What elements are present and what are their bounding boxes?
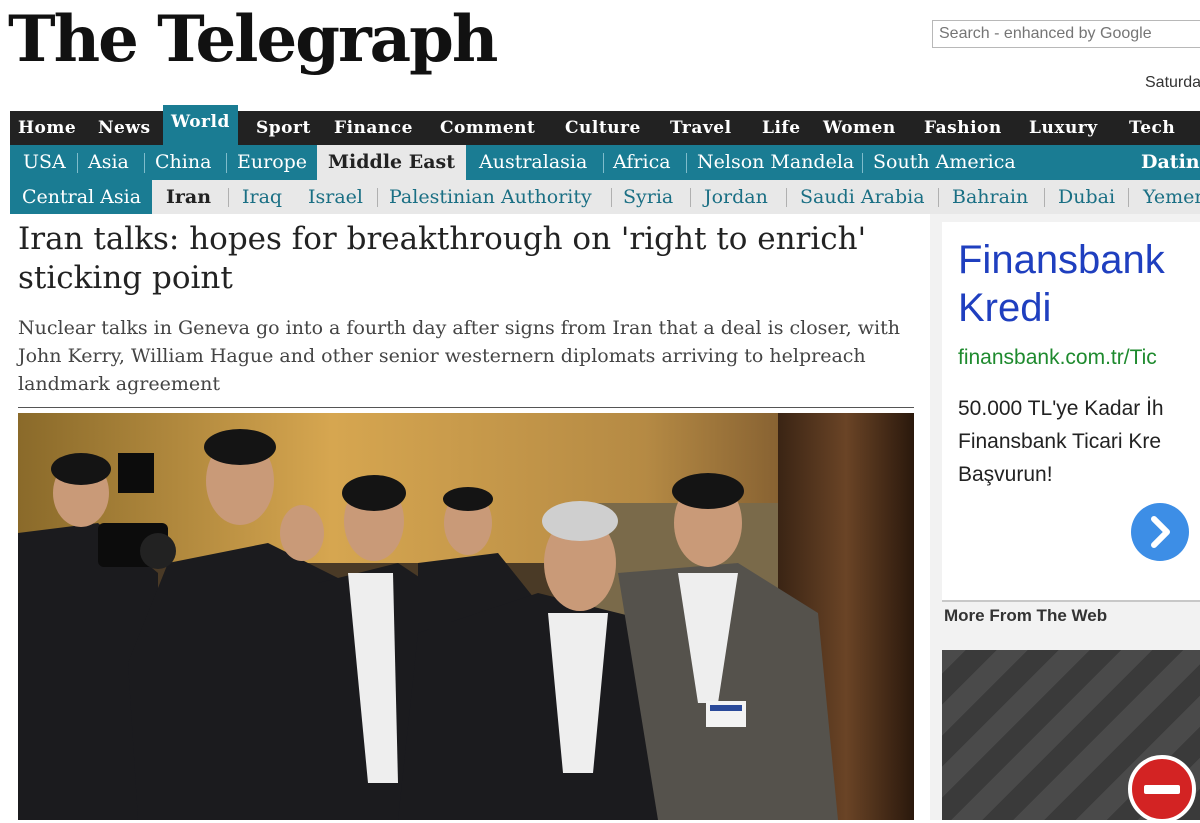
nav-separator bbox=[1044, 188, 1045, 207]
nav-south-america[interactable]: South America bbox=[873, 145, 1016, 180]
nav-home[interactable]: Home bbox=[18, 111, 76, 145]
article-standfirst: Nuclear talks in Geneva go into a fourth… bbox=[18, 317, 900, 395]
nav-world[interactable]: World bbox=[163, 105, 238, 145]
chevron-right-icon bbox=[1151, 516, 1170, 548]
ad-url[interactable]: finansbank.com.tr/Tic bbox=[958, 346, 1157, 370]
nav-separator bbox=[862, 153, 863, 173]
nav-dating[interactable]: Dating bbox=[1141, 145, 1200, 180]
nav-yemen[interactable]: Yemen bbox=[1143, 180, 1200, 214]
more-divider bbox=[942, 600, 1200, 602]
article-photo[interactable] bbox=[18, 413, 914, 820]
search-input[interactable] bbox=[932, 20, 1200, 48]
primary-nav: Home News World Sport Finance Comment Cu… bbox=[10, 105, 1200, 145]
nav-separator bbox=[144, 153, 145, 173]
nav-life[interactable]: Life bbox=[762, 111, 801, 145]
nav-separator bbox=[77, 153, 78, 173]
ad-title[interactable]: Finansbank Kredi bbox=[958, 236, 1198, 332]
nav-news[interactable]: News bbox=[98, 111, 151, 145]
nav-luxury[interactable]: Luxury bbox=[1029, 111, 1098, 145]
nav-separator bbox=[228, 188, 229, 207]
nav-israel[interactable]: Israel bbox=[308, 180, 363, 214]
nav-nelson-mandela[interactable]: Nelson Mandela bbox=[697, 145, 854, 180]
no-entry-icon[interactable] bbox=[1128, 755, 1196, 823]
nav-culture[interactable]: Culture bbox=[565, 111, 641, 145]
nav-palestinian-authority[interactable]: Palestinian Authority bbox=[389, 180, 592, 214]
nav-europe[interactable]: Europe bbox=[237, 145, 307, 180]
nav-separator bbox=[686, 153, 687, 173]
nav-finance[interactable]: Finance bbox=[334, 111, 413, 145]
nav-jordan[interactable]: Jordan bbox=[704, 180, 768, 214]
nav-comment[interactable]: Comment bbox=[440, 111, 535, 145]
no-entry-bar bbox=[1144, 785, 1180, 794]
nav-australasia[interactable]: Australasia bbox=[479, 145, 587, 180]
nav-china[interactable]: China bbox=[155, 145, 211, 180]
nav-separator bbox=[377, 188, 378, 207]
nav-dubai[interactable]: Dubai bbox=[1058, 180, 1115, 214]
article-photo-illustration bbox=[18, 413, 914, 820]
nav-separator bbox=[938, 188, 939, 207]
telegraph-logo[interactable]: The Telegraph bbox=[8, 4, 498, 76]
article-headline: Iran talks: hopes for breakthrough on 'r… bbox=[18, 221, 867, 296]
nav-africa[interactable]: Africa bbox=[613, 145, 671, 180]
nav-separator bbox=[786, 188, 787, 207]
more-from-web-heading: More From The Web bbox=[944, 606, 1108, 625]
tertiary-nav: Central Asia Iran Iraq Israel Palestinia… bbox=[10, 180, 1200, 214]
nav-central-asia[interactable]: Central Asia bbox=[22, 180, 141, 214]
nav-separator bbox=[603, 153, 604, 173]
nav-iran[interactable]: Iran bbox=[166, 180, 211, 214]
nav-travel[interactable]: Travel bbox=[670, 111, 732, 145]
nav-iraq[interactable]: Iraq bbox=[242, 180, 282, 214]
nav-usa[interactable]: USA bbox=[23, 145, 66, 180]
ad-arrow-button[interactable] bbox=[1131, 503, 1189, 561]
nav-asia[interactable]: Asia bbox=[88, 145, 129, 180]
nav-separator bbox=[1128, 188, 1129, 207]
nav-separator bbox=[611, 188, 612, 207]
nav-syria[interactable]: Syria bbox=[623, 180, 673, 214]
headline-divider bbox=[18, 407, 914, 408]
nav-bahrain[interactable]: Bahrain bbox=[952, 180, 1028, 214]
nav-separator bbox=[690, 188, 691, 207]
nav-women[interactable]: Women bbox=[823, 111, 896, 145]
nav-separator bbox=[226, 153, 227, 173]
nav-tech[interactable]: Tech bbox=[1129, 111, 1175, 145]
nav-middle-east[interactable]: Middle East bbox=[317, 145, 467, 180]
secondary-nav: USA Asia China Europe Middle East Austra… bbox=[10, 145, 1200, 180]
nav-fashion[interactable]: Fashion bbox=[924, 111, 1002, 145]
nav-saudi-arabia[interactable]: Saudi Arabia bbox=[800, 180, 925, 214]
date-label: Saturday bbox=[1145, 74, 1200, 91]
ad-text: 50.000 TL'ye Kadar İh Finansbank Ticari … bbox=[958, 397, 1164, 486]
nav-sport[interactable]: Sport bbox=[256, 111, 311, 145]
